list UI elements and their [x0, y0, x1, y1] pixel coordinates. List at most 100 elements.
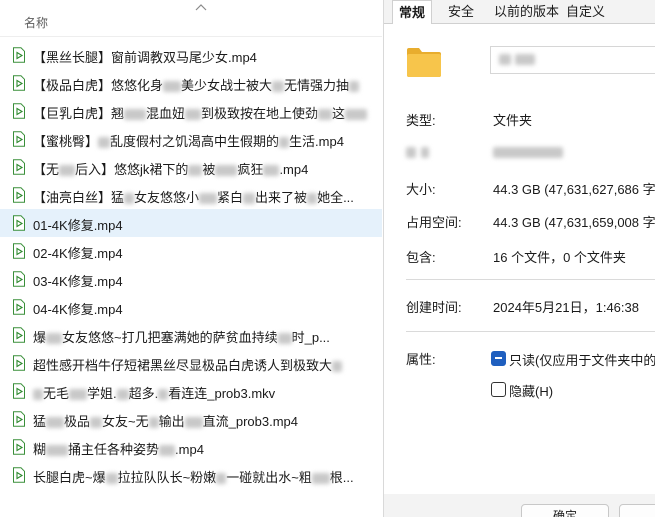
file-row[interactable]: 【无 后入】悠悠jk裙下的被疯狂 .mp4: [0, 153, 382, 181]
attributes-label: 属性:: [406, 352, 436, 367]
file-row[interactable]: 【巨乳白虎】翘 混血妞 到极致按在地上使劲这: [0, 97, 382, 125]
video-file-icon: [13, 467, 25, 483]
file-row[interactable]: 04-4K修复.mp4: [0, 293, 382, 321]
video-file-icon: [13, 383, 25, 399]
divider: [406, 279, 655, 280]
video-file-icon: [13, 439, 25, 455]
file-name: 无毛 学姐. 超多. 看连连_prob3.mkv: [33, 383, 275, 402]
button-bar: 确定: [384, 494, 655, 517]
redacted-text: [318, 109, 333, 121]
redacted-text: [163, 81, 182, 93]
tab-customize[interactable]: 自定义: [560, 0, 611, 23]
file-name: 【蜜桃臀】 乱度假村之饥渴高中生假期的 生活.mp4: [33, 134, 344, 149]
file-name: 【巨乳白虎】翘 混血妞 到极致按在地上使劲这: [33, 103, 368, 122]
file-name: 04-4K修复.mp4: [33, 302, 123, 317]
redacted-text: [148, 417, 159, 429]
redacted-text: [349, 81, 360, 93]
redacted-text: [199, 193, 218, 205]
readonly-label[interactable]: 只读(仅应用于文件夹中的文件): [509, 350, 655, 369]
redacted-text: [216, 473, 227, 485]
column-name-label: 名称: [24, 16, 49, 30]
redacted-text: [279, 137, 290, 149]
video-file-icon: [13, 299, 25, 315]
divider: [406, 331, 655, 332]
video-file-icon: [13, 187, 25, 203]
redacted-text: [307, 193, 318, 205]
video-file-icon: [13, 159, 25, 175]
folder-name-field[interactable]: [490, 46, 655, 74]
redacted-text: [105, 473, 118, 485]
type-label: 类型:: [406, 113, 436, 128]
ok-button[interactable]: 确定: [521, 504, 609, 517]
location-value: [493, 147, 563, 158]
location-label: [406, 147, 416, 158]
size-value: 44.3 GB (47,631,627,686 字节): [493, 182, 655, 197]
video-file-icon: [13, 355, 25, 371]
redacted-text: [69, 389, 88, 401]
file-name: 爆女友悠悠~打几把塞满她的萨贫血持续 时_p...: [33, 330, 330, 345]
file-row[interactable]: 爆女友悠悠~打几把塞满她的萨贫血持续 时_p...: [0, 321, 382, 349]
redacted-text: [46, 333, 63, 345]
redacted-text: [215, 165, 238, 177]
redacted-text: [159, 445, 176, 457]
file-name: 【黑丝长腿】窗前调教双马尾少女.mp4: [33, 50, 257, 65]
redacted-text: [345, 109, 368, 121]
hidden-label[interactable]: 隐藏(H): [509, 381, 553, 400]
cancel-button[interactable]: [619, 504, 655, 517]
file-row[interactable]: 长腿白虎~爆 拉拉队队长~粉嫩 一碰就出水~粗 根...: [0, 461, 382, 489]
column-header[interactable]: 名称: [0, 0, 382, 37]
file-row[interactable]: 02-4K修复.mp4: [0, 237, 382, 265]
redacted-text: [46, 445, 69, 457]
redacted-text: [59, 165, 76, 177]
redacted-text: [98, 137, 111, 149]
file-name: 【无 后入】悠悠jk裙下的被疯狂 .mp4: [33, 162, 309, 177]
file-row[interactable]: 01-4K修复.mp4: [0, 209, 382, 237]
redacted-text: [332, 361, 343, 373]
folder-icon: [407, 48, 441, 77]
file-name: 猛极品 女友~无 输出 直流_prob3.mp4: [33, 414, 299, 429]
tab-previous-versions[interactable]: 以前的版本: [488, 0, 565, 23]
file-row[interactable]: 【极品白虎】悠悠化身 美少女战士被大 无情强力抽: [0, 69, 382, 97]
redacted-text: [272, 81, 285, 93]
file-name: 03-4K修复.mp4: [33, 274, 123, 289]
video-file-icon: [13, 271, 25, 287]
disk-size-value: 44.3 GB (47,631,659,008 字节): [493, 215, 655, 230]
file-row[interactable]: 糊捅主任各种姿势 .mp4: [0, 433, 382, 461]
redacted-text: [158, 389, 169, 401]
file-name: 糊捅主任各种姿势 .mp4: [33, 442, 204, 457]
created-label: 创建时间:: [406, 300, 462, 315]
hidden-checkbox[interactable]: [491, 382, 506, 397]
video-file-icon: [13, 131, 25, 147]
contains-value: 16 个文件，0 个文件夹: [493, 250, 626, 265]
general-panel: 类型: 文件夹 大小: 44.3 GB (47,631,627,686 字节) …: [384, 24, 655, 494]
file-row[interactable]: 【黑丝长腿】窗前调教双马尾少女.mp4: [0, 41, 382, 69]
redacted-text: [33, 389, 43, 401]
redacted-text: [124, 193, 135, 205]
file-row[interactable]: 【油亮白丝】猛 女友悠悠小 紧白 出来了被 她全...: [0, 181, 382, 209]
redacted-text: [185, 109, 202, 121]
redacted-text: [184, 417, 203, 429]
redacted-text: [116, 389, 129, 401]
file-row[interactable]: 超性感开档牛仔短裙黑丝尽显极品白虎诱人到极致大: [0, 349, 382, 377]
readonly-checkbox[interactable]: [491, 351, 506, 366]
file-name: 01-4K修复.mp4: [33, 218, 123, 233]
file-row[interactable]: 猛极品 女友~无 输出 直流_prob3.mp4: [0, 405, 382, 433]
video-file-icon: [13, 327, 25, 343]
file-row[interactable]: 03-4K修复.mp4: [0, 265, 382, 293]
video-file-icon: [13, 411, 25, 427]
redacted-text: [46, 417, 65, 429]
size-label: 大小:: [406, 182, 436, 197]
redacted-text: [311, 473, 330, 485]
file-name: 02-4K修复.mp4: [33, 246, 123, 261]
file-row[interactable]: 【蜜桃臀】 乱度假村之饥渴高中生假期的 生活.mp4: [0, 125, 382, 153]
redacted-text: [124, 109, 147, 121]
tab-security[interactable]: 安全: [442, 0, 480, 23]
file-row[interactable]: 无毛 学姐. 超多. 看连连_prob3.mkv: [0, 377, 382, 405]
file-list: 【黑丝长腿】窗前调教双马尾少女.mp4 【极品白虎】悠悠化身 美少女战士被大 无情强力…: [0, 41, 382, 489]
redacted-text: [243, 193, 256, 205]
file-name: 长腿白虎~爆 拉拉队队长~粉嫩 一碰就出水~粗 根...: [33, 470, 354, 485]
tab-general[interactable]: 常规: [392, 0, 433, 25]
properties-dialog: 常规 安全 以前的版本 自定义 类型: 文件夹 大小: 44.3 GB (47,…: [383, 0, 655, 517]
tab-bar: 常规 安全 以前的版本 自定义: [384, 0, 655, 25]
sort-up-icon: [195, 4, 207, 11]
